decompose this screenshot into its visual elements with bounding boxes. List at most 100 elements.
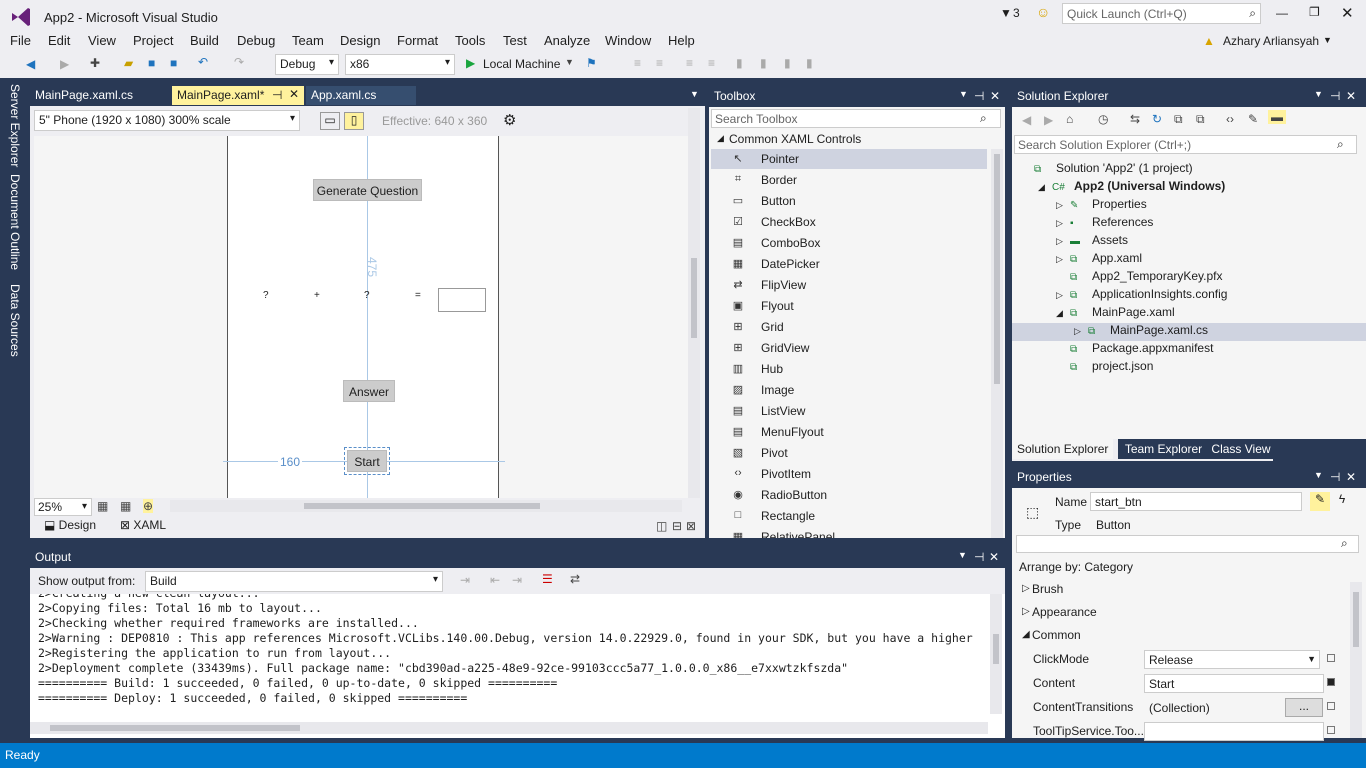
tree-item-applicationinsights-config[interactable]: ▷ ⧉ ApplicationInsights.config [1012,287,1366,305]
tab-app-cs[interactable]: App.xaml.cs [306,86,416,105]
property-value-field[interactable]: Release ▼ [1144,650,1320,669]
toolbox-close-icon[interactable]: ✕ [990,89,1000,103]
output-source-select[interactable]: Build [145,571,443,592]
snap-grid-icon[interactable]: ▦ [120,499,131,513]
tree-item-mainpage-xaml-cs[interactable]: ▷ ⧉ MainPage.xaml.cs [1012,323,1366,341]
property-value-field[interactable] [1144,722,1324,741]
output-close-icon[interactable]: ✕ [989,550,999,564]
tab-mainpage-cs[interactable]: MainPage.xaml.cs [30,86,170,105]
toolbox-item-menuflyout[interactable]: ▤ MenuFlyout [711,422,987,442]
grid-toggle-icon[interactable]: ▦ [97,499,108,513]
se-preview-icon[interactable]: ▬ [1268,110,1286,124]
forward-icon[interactable]: ▶ [60,57,69,71]
toolbox-group-label[interactable]: Common XAML Controls [729,132,861,146]
tree-item-references[interactable]: ▷ ▪ References [1012,215,1366,233]
advanced-options-marker[interactable] [1327,702,1335,710]
se-home-icon[interactable]: ⌂ [1066,112,1073,126]
toolbox-item-image[interactable]: ▨ Image [711,380,987,400]
tab-team-explorer[interactable]: Team Explorer [1118,439,1209,459]
common-collapse-icon[interactable]: ◢ [1022,629,1030,640]
open-file-icon[interactable]: ▰ [124,56,133,70]
menu-tools[interactable]: Tools [455,33,485,48]
wrench-icon[interactable]: ✎ [1310,492,1330,511]
toolbox-item-grid[interactable]: ⊞ Grid [711,317,987,337]
generate-question-button[interactable]: Generate Question [313,179,422,201]
properties-pin-icon[interactable]: ⊣ [1330,470,1340,484]
xaml-view-tab[interactable]: ⊠ XAML [120,518,166,532]
server-explorer-tab[interactable]: Server Explorer [8,84,22,167]
quick-launch-box[interactable]: Quick Launch (Ctrl+Q) ⌕ [1062,3,1261,24]
se-view-code-icon[interactable]: ‹› [1226,112,1234,126]
run-dropdown-icon[interactable]: ▼ [565,57,574,67]
platform-select[interactable]: x86 [345,54,455,75]
toolbox-item-button[interactable]: ▭ Button [711,191,987,211]
advanced-options-marker[interactable] [1327,654,1335,662]
answer-button[interactable]: Answer [343,380,395,402]
new-project-icon[interactable]: ✚ [90,56,100,70]
close-button[interactable]: ✕ [1341,4,1354,22]
output-hscroll[interactable] [30,722,988,734]
toolbox-search-input[interactable]: Search Toolbox [715,112,798,126]
brush-expand-icon[interactable]: ▷ [1022,583,1030,594]
toolbox-item-gridview[interactable]: ⊞ GridView [711,338,987,358]
save-all-icon[interactable]: ■ [170,56,177,70]
word-wrap-icon[interactable]: ⇄ [570,572,580,586]
next-message-icon[interactable]: ⇥ [512,573,522,587]
category-appearance[interactable]: Appearance [1032,605,1097,619]
prev-message-icon[interactable]: ⇤ [490,573,500,587]
run-icon[interactable]: ▶ [466,56,475,70]
design-view-tab[interactable]: ⬓ Design [44,518,96,532]
save-icon[interactable]: ■ [148,56,155,70]
quick-launch-input[interactable]: Quick Launch (Ctrl+Q) [1067,7,1187,21]
settings-gear-icon[interactable]: ⚙ [503,111,516,129]
expand-arrow-icon[interactable]: ▷ [1056,218,1070,229]
user-name[interactable]: Azhary Arliansyah [1223,34,1319,48]
solution-menu-icon[interactable]: ▼ [1314,89,1323,99]
category-common[interactable]: Common [1032,628,1081,642]
tree-item-project-json[interactable]: ⧉ project.json [1012,359,1366,377]
dropdown-chevron-icon[interactable]: ▼ [1307,654,1316,664]
device-select[interactable]: 5" Phone (1920 x 1080) 300% scale [34,110,300,131]
se-back-icon[interactable]: ◀ [1022,113,1031,127]
maximize-button[interactable]: ❐ [1309,5,1320,19]
expand-arrow-icon[interactable]: ◢ [1038,182,1052,193]
toolbox-item-pointer[interactable]: ↖ Pointer [711,149,987,169]
advanced-options-marker[interactable] [1327,678,1335,686]
menu-project[interactable]: Project [133,33,173,48]
designer-hscroll[interactable] [170,500,682,512]
split-vertical-icon[interactable]: ◫ [656,519,667,533]
solution-search-input[interactable]: Search Solution Explorer (Ctrl+;) [1018,138,1191,152]
filter-icon[interactable]: ▼ [1000,6,1012,20]
expand-arrow-icon[interactable]: ▷ [1056,236,1070,247]
solution-pin-icon[interactable]: ⊣ [1330,89,1340,103]
appearance-expand-icon[interactable]: ▷ [1022,606,1030,617]
toolbox-item-relativepanel[interactable]: ▦ RelativePanel [711,527,987,538]
events-lightning-icon[interactable]: ϟ [1332,492,1352,511]
toolbox-item-checkbox[interactable]: ☑ CheckBox [711,212,987,232]
comment-icon[interactable]: ≡ [686,56,693,70]
find-message-icon[interactable]: ⇥ [460,573,470,587]
start-button-selected[interactable]: Start [344,447,390,475]
output-menu-icon[interactable]: ▼ [958,550,967,560]
bookmark-icon[interactable]: ▮ [736,56,743,70]
output-pin-icon[interactable]: ⊣ [974,550,984,564]
tree-item-mainpage-xaml[interactable]: ◢ ⧉ MainPage.xaml [1012,305,1366,323]
landscape-icon[interactable]: ▭ [320,112,340,130]
feedback-smiley-icon[interactable]: ☺ [1036,4,1050,20]
output-vscroll[interactable] [990,594,1002,714]
group-collapse-icon[interactable]: ◢ [717,133,724,144]
toolbox-item-border[interactable]: ⌗ Border [711,170,987,190]
tree-item-package-appxmanifest[interactable]: ⧉ Package.appxmanifest [1012,341,1366,359]
toolbox-item-combobox[interactable]: ▤ ComboBox [711,233,987,253]
align-right-icon[interactable]: ≡ [656,56,663,70]
se-sync-icon[interactable]: ⇆ [1130,112,1140,126]
solution-close-icon[interactable]: ✕ [1346,89,1356,103]
tab-solution-explorer[interactable]: Solution Explorer [1012,439,1114,459]
tab-mainpage-xaml[interactable]: MainPage.xaml* ⊣ ✕ [172,86,304,105]
properties-menu-icon[interactable]: ▼ [1314,470,1323,480]
toolbox-item-datepicker[interactable]: ▦ DatePicker [711,254,987,274]
toolbox-item-radiobutton[interactable]: ◉ RadioButton [711,485,987,505]
designer-vscroll[interactable] [688,108,700,498]
menu-view[interactable]: View [88,33,116,48]
uncomment-icon[interactable]: ≡ [708,56,715,70]
